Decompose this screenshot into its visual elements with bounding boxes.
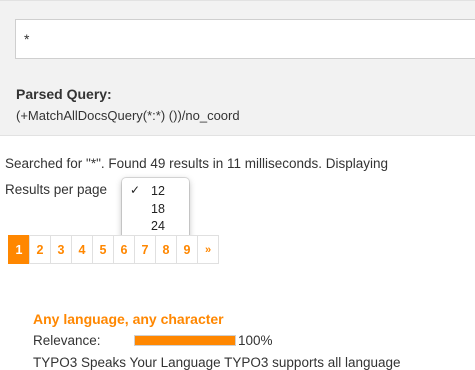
search-status-text: Searched for "*". Found 49 results in 11… — [5, 156, 389, 171]
check-icon: ✓ — [130, 183, 141, 197]
result-snippet: TYPO3 Speaks Your Language TYPO3 support… — [33, 355, 401, 370]
results-per-page-option-24[interactable]: 24 — [122, 218, 189, 234]
results-per-page-label: Results per page — [5, 182, 108, 197]
relevance-label: Relevance: — [33, 333, 101, 348]
search-input[interactable] — [15, 19, 475, 59]
query-panel: Parsed Query: (+MatchAllDocsQuery(*:*) (… — [0, 0, 475, 136]
results-per-page-dropdown[interactable]: ✓ 12 18 24 — [122, 178, 189, 241]
results-per-page-option-18[interactable]: 18 — [122, 201, 189, 217]
page-link-8[interactable]: 8 — [155, 235, 177, 264]
option-label: 24 — [151, 219, 165, 233]
page-link-1[interactable]: 1 — [8, 235, 30, 264]
pagination: 1 2 3 4 5 6 7 8 9 » — [8, 235, 219, 264]
relevance-percent: 100% — [238, 333, 273, 348]
page-link-3[interactable]: 3 — [50, 235, 72, 264]
option-label: 18 — [151, 202, 165, 216]
option-label: 12 — [151, 184, 165, 198]
parsed-query-label: Parsed Query: — [16, 86, 112, 102]
page-link-6[interactable]: 6 — [113, 235, 135, 264]
result-title-link[interactable]: Any language, any character — [33, 311, 224, 327]
page-link-4[interactable]: 4 — [71, 235, 93, 264]
parsed-query-value: (+MatchAllDocsQuery(*:*) ())/no_coord — [16, 108, 240, 123]
page-link-7[interactable]: 7 — [134, 235, 156, 264]
page-link-9[interactable]: 9 — [176, 235, 198, 264]
next-page-link[interactable]: » — [197, 235, 219, 264]
relevance-bar — [134, 335, 236, 346]
page-link-2[interactable]: 2 — [29, 235, 51, 264]
page-link-5[interactable]: 5 — [92, 235, 114, 264]
results-per-page-option-12[interactable]: ✓ 12 — [122, 183, 189, 199]
relevance-bar-fill — [135, 336, 235, 345]
